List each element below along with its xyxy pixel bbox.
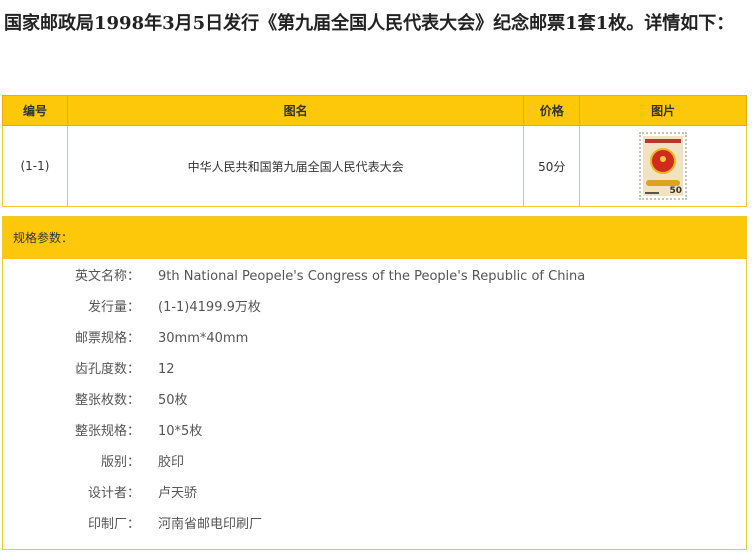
spec-row-sheet-count: 整张枚数： 50枚 <box>3 385 746 416</box>
spec-row-sheet-layout: 整张规格： 10*5枚 <box>3 416 746 447</box>
spec-value: 卢天骄 <box>158 486 198 501</box>
spec-value: 10*5枚 <box>158 424 203 439</box>
spec-row-circulation: 发行量： (1-1)4199.9万枚 <box>3 292 746 323</box>
spec-value: 30mm*40mm <box>158 331 249 346</box>
cell-number: (1-1) <box>2 125 68 207</box>
spec-row-designer: 设计者： 卢天骄 <box>3 478 746 509</box>
spec-label: 英文名称： <box>74 269 140 284</box>
header-image: 图片 <box>579 95 747 126</box>
table-row: (1-1) 中华人民共和国第九届全国人民代表大会 50分 50 <box>2 125 747 207</box>
spec-row-size: 邮票规格： 30mm*40mm <box>3 323 746 354</box>
stamp-table: 编号 图名 价格 图片 (1-1) 中华人民共和国第九届全国人民代表大会 50分… <box>2 95 747 207</box>
spec-value: 9th National Peopele's Congress of the P… <box>158 269 586 284</box>
header-price: 价格 <box>523 95 581 126</box>
spec-value: 12 <box>158 362 175 377</box>
spec-title: 规格参数： <box>3 217 746 259</box>
spec-label: 齿孔度数： <box>74 362 140 377</box>
spec-label: 整张枚数： <box>74 393 140 408</box>
stamp-country-mark <box>645 192 660 194</box>
table-header-row: 编号 图名 价格 图片 <box>2 95 747 126</box>
spec-row-printing: 版别： 胶印 <box>3 447 746 478</box>
stamp-face-value: 50 <box>669 186 683 196</box>
spec-value: (1-1)4199.9万枚 <box>158 300 261 315</box>
spec-label: 印制厂： <box>87 517 140 532</box>
cell-image: 50 <box>579 125 747 207</box>
spec-row-perforation: 齿孔度数： 12 <box>3 354 746 385</box>
spec-value: 胶印 <box>158 455 185 470</box>
header-name: 图名 <box>66 95 525 126</box>
stamp-title-band <box>645 139 682 143</box>
spec-label: 整张规格： <box>74 424 140 439</box>
spec-label: 发行量： <box>87 300 140 315</box>
stamp-artwork: 50 <box>643 136 684 196</box>
spec-row-english-name: 英文名称： 9th National Peopele's Congress of… <box>3 261 746 292</box>
stamp-thumbnail[interactable]: 50 <box>639 132 688 200</box>
cell-name: 中华人民共和国第九届全国人民代表大会 <box>66 125 525 207</box>
national-emblem-icon <box>650 148 677 174</box>
header-number: 编号 <box>2 95 68 126</box>
spec-panel: 规格参数： 英文名称： 9th National Peopele's Congr… <box>2 216 747 550</box>
spec-value: 河南省邮电印刷厂 <box>158 517 263 532</box>
spec-value: 50枚 <box>158 393 188 408</box>
spec-label: 邮票规格： <box>74 331 140 346</box>
spec-label: 设计者： <box>87 486 140 501</box>
intro-paragraph: 国家邮政局1998年3月5日发行《第九届全国人民代表大会》纪念邮票1套1枚。详情… <box>4 13 735 34</box>
spec-row-printer: 印制厂： 河南省邮电印刷厂 <box>3 509 746 540</box>
spec-label: 版别： <box>100 455 140 470</box>
cell-price: 50分 <box>523 125 581 207</box>
